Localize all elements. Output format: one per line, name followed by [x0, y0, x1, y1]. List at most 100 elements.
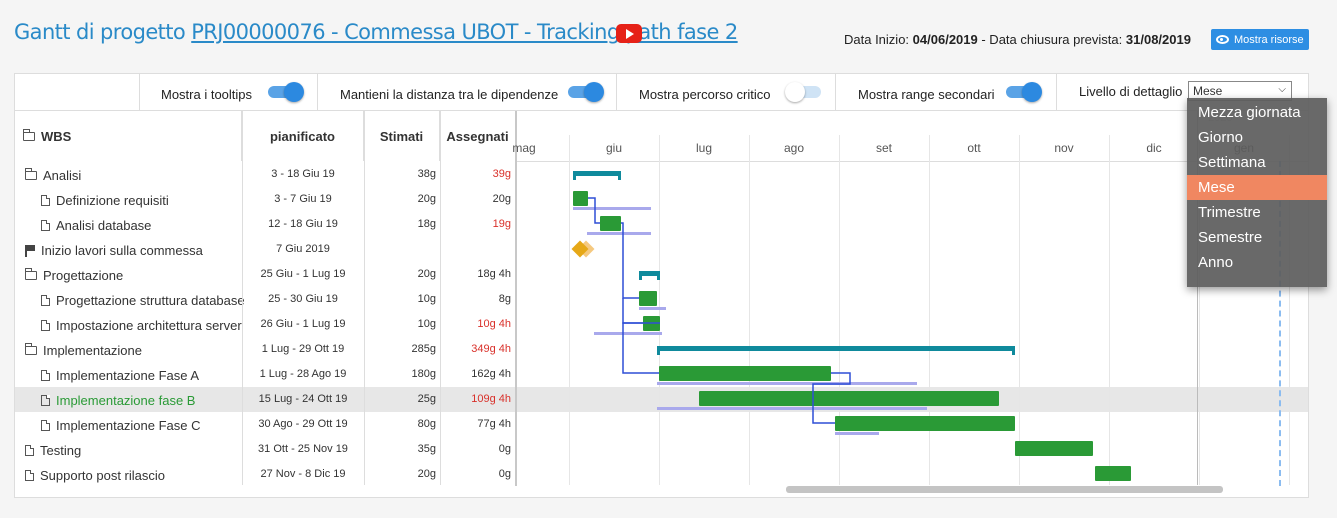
task-assigned: 0g — [498, 468, 511, 480]
document-icon — [41, 370, 50, 381]
task-name: Definizione requisiti — [56, 193, 169, 208]
dependency-link[interactable] — [622, 298, 643, 324]
task-name: Progettazione — [43, 268, 124, 283]
document-icon — [41, 420, 50, 431]
secondary-range-toggle[interactable] — [1006, 82, 1042, 102]
detail-level-label: Livello di dettaglio — [1079, 84, 1183, 99]
task-name: Analisi database — [56, 218, 152, 233]
task-planned: 30 Ago - 29 Ott 19 — [258, 418, 348, 430]
task-name: Implementazione fase B — [56, 393, 196, 408]
task-estimated: 285g — [411, 343, 436, 355]
dependency-link[interactable] — [621, 222, 639, 299]
tooltips-label: Mostra i tooltips — [161, 87, 253, 102]
task-planned: 3 - 18 Giu 19 — [271, 168, 335, 180]
detail-level-option-item[interactable]: Settimana — [1187, 150, 1327, 175]
task-name: Implementazione — [43, 343, 142, 358]
detail-level-option-item[interactable]: Semestre — [1187, 225, 1327, 250]
folder-open-icon — [22, 128, 35, 141]
task-name-cell[interactable]: Testing — [25, 443, 81, 458]
task-assigned: 18g 4h — [477, 268, 511, 280]
end-date-value: 31/08/2019 — [1125, 32, 1191, 47]
column-divider — [364, 111, 365, 485]
task-name-cell[interactable]: Progettazione — [24, 268, 124, 283]
detail-level-option-item[interactable]: Anno — [1187, 250, 1327, 275]
show-resources-label: Mostra risorse — [1234, 33, 1304, 46]
task-planned: 31 Ott - 25 Nov 19 — [258, 443, 348, 455]
task-name-cell[interactable]: Implementazione Fase C — [41, 418, 201, 433]
column-wbs[interactable]: WBS — [15, 111, 242, 161]
document-icon — [41, 295, 50, 306]
dependency-link[interactable] — [812, 372, 851, 424]
detail-level-dropdown: Mezza giornata Giorno Settimana Mese Trimest… — [1187, 98, 1327, 287]
distance-toggle[interactable] — [568, 82, 604, 102]
document-icon — [41, 195, 50, 206]
task-planned: 1 Lug - 28 Ago 19 — [259, 368, 347, 380]
column-planned-label: pianificato — [269, 128, 335, 144]
task-assigned: 39g — [492, 168, 511, 180]
youtube-icon[interactable] — [616, 24, 642, 43]
task-estimated: 180g — [411, 368, 436, 380]
column-planned[interactable]: pianificato — [242, 111, 364, 161]
critical-path-label: Mostra percorso critico — [639, 87, 771, 102]
eye-icon — [1216, 35, 1229, 44]
task-name-cell[interactable]: Analisi database — [41, 218, 151, 233]
distance-option: Mantieni la distanza tra le dipendenze — [317, 74, 616, 110]
distance-label: Mantieni la distanza tra le dipendenze — [340, 87, 559, 102]
critical-path-option: Mostra percorso critico — [616, 74, 835, 110]
column-wbs-label: WBS — [41, 128, 72, 144]
dependency-link[interactable] — [622, 322, 660, 374]
task-assigned: 162g 4h — [471, 368, 511, 380]
task-assigned: 349g 4h — [471, 343, 511, 355]
gantt-panel: Mostra i tooltips Mantieni la distanza t… — [14, 73, 1309, 498]
detail-level-value: Mese — [1193, 84, 1223, 98]
task-name-cell[interactable]: Definizione requisiti — [41, 193, 169, 208]
document-icon — [25, 445, 34, 456]
detail-level-option-item[interactable]: Mese — [1187, 175, 1327, 200]
chevron-down-icon: ⌵ — [1278, 84, 1286, 95]
task-name-cell[interactable]: Implementazione — [24, 343, 142, 358]
task-name-cell[interactable]: Supporto post rilascio — [25, 468, 165, 483]
task-planned: 26 Giu - 1 Lug 19 — [260, 318, 346, 330]
task-estimated: 80g — [417, 418, 436, 430]
title-prefix: Gantt di progetto — [14, 20, 192, 44]
task-assigned: 0g — [498, 443, 511, 455]
task-planned: 1 Lug - 29 Ott 19 — [261, 343, 345, 355]
task-planned: 25 - 30 Giu 19 — [268, 293, 338, 305]
task-name: Implementazione Fase C — [56, 418, 201, 433]
detail-level-option-item[interactable]: Trimestre — [1187, 200, 1327, 225]
task-assigned: 8g — [498, 293, 511, 305]
task-estimated: 20g — [417, 268, 436, 280]
tooltips-toggle[interactable] — [268, 82, 304, 102]
document-icon — [41, 320, 50, 331]
gantt-page: Gantt di progetto PRJ00000076 - Commessa… — [0, 0, 1337, 518]
task-planned: 7 Giu 2019 — [276, 243, 330, 255]
task-assigned: 77g 4h — [477, 418, 511, 430]
dependency-link[interactable] — [588, 197, 600, 224]
task-estimated: 20g — [417, 468, 436, 480]
project-link[interactable]: PRJ00000076 - Commessa UBOT - Tracking p… — [191, 20, 738, 44]
column-estimated[interactable]: Stimati — [364, 111, 440, 161]
task-planned: 15 Lug - 24 Ott 19 — [258, 393, 348, 405]
task-name-cell[interactable]: Implementazione Fase A — [41, 368, 199, 383]
task-planned: 3 - 7 Giu 19 — [274, 193, 332, 205]
critical-path-toggle[interactable] — [785, 82, 823, 102]
detail-level-option-item[interactable]: Giorno — [1187, 125, 1327, 150]
task-assigned: 20g — [492, 193, 511, 205]
horizontal-scrollbar[interactable] — [786, 486, 1223, 493]
task-name-cell[interactable]: Progettazione struttura database — [41, 293, 245, 308]
column-divider — [242, 111, 243, 485]
task-planned: 12 - 18 Giu 19 — [268, 218, 338, 230]
document-icon — [41, 395, 50, 406]
folder-icon — [24, 343, 37, 355]
task-name-cell[interactable]: Analisi — [24, 168, 81, 183]
task-name-cell[interactable]: Implementazione fase B — [41, 393, 195, 408]
task-name-cell[interactable]: Inizio lavori sulla commessa — [25, 243, 203, 258]
column-estimated-label: Stimati — [379, 128, 424, 144]
detail-level-option-item[interactable]: Mezza giornata — [1187, 100, 1327, 125]
task-name-cell[interactable]: Impostazione architettura server — [41, 318, 242, 333]
column-divider — [440, 111, 441, 485]
task-estimated: 10g — [417, 293, 436, 305]
document-icon — [25, 470, 34, 481]
task-planned: 25 Giu - 1 Lug 19 — [260, 268, 346, 280]
show-resources-button[interactable]: Mostra risorse — [1211, 29, 1309, 50]
